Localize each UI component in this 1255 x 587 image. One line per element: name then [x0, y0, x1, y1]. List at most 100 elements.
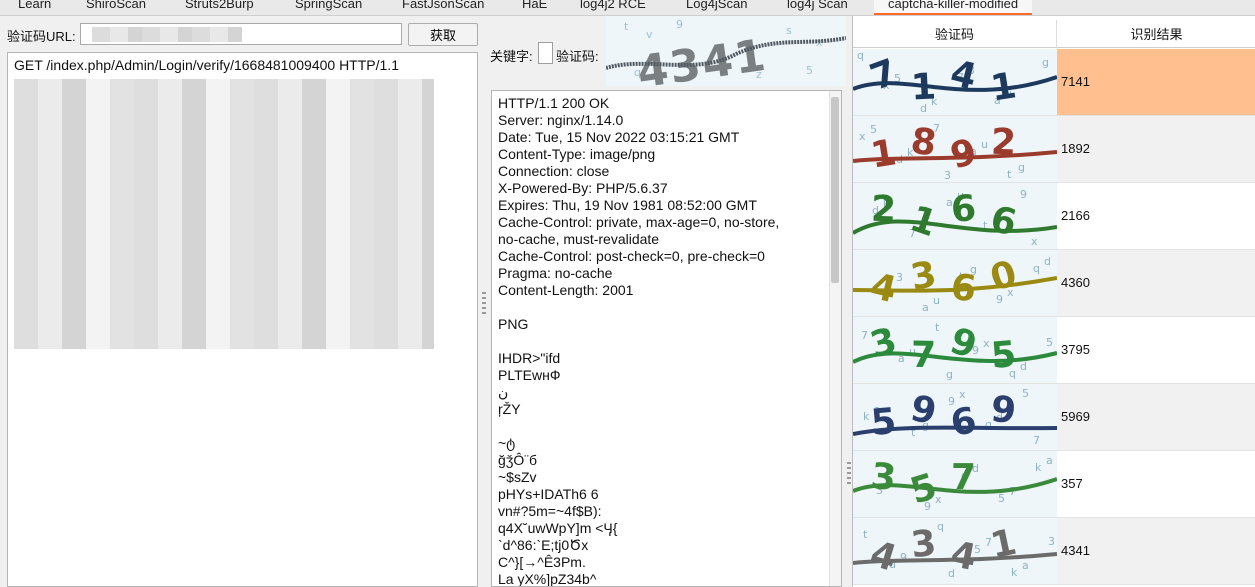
- svg-text:t: t: [1007, 168, 1012, 181]
- captcha-url-label: 验证码URL:: [7, 29, 76, 44]
- response-header-line: HTTP/1.1 200 OK: [498, 95, 610, 111]
- recognition-result: 4341: [1057, 518, 1255, 584]
- svg-text:5: 5: [989, 334, 1018, 377]
- svg-text:g: g: [1042, 56, 1049, 69]
- captcha-thumbnail: xd7at9q5k3357: [853, 451, 1057, 517]
- tab-hae[interactable]: HaE: [522, 0, 547, 15]
- table-row[interactable]: x d 7 a t 9 q 5 k 3 3 5 7 357: [853, 451, 1255, 518]
- svg-text:9: 9: [676, 18, 683, 31]
- tab-fastjsonscan[interactable]: FastJsonScan: [402, 0, 484, 15]
- svg-text:a: a: [1046, 454, 1053, 467]
- recognition-result: 4360: [1057, 250, 1255, 316]
- right-splitter-handle[interactable]: [847, 460, 851, 484]
- svg-text:k: k: [863, 410, 870, 423]
- request-line: GET /index.php/Admin/Login/verify/166848…: [14, 57, 399, 73]
- response-binary-line: ğǯÔ¨б: [498, 452, 537, 468]
- svg-text:5: 5: [998, 492, 1005, 505]
- response-header-line: Content-Type: image/png: [498, 146, 656, 162]
- get-button[interactable]: 获取: [408, 23, 478, 46]
- left-panel: 验证码URL: 获取 GET /index.php/Admin/Login/ve…: [0, 16, 482, 587]
- table-row[interactable]: k 3 u g x d 7 a t 9 2 1 6 6 2166: [853, 183, 1255, 250]
- response-header-line: Content-Length: 2001: [498, 282, 634, 298]
- table-row[interactable]: d 7 a t 9 q 5 k 3 u 4 3 4 1 4341: [853, 518, 1255, 585]
- tab-log4j2-rce[interactable]: log4j2 RCE: [580, 0, 646, 15]
- results-table: 验证码 识别结果 q 5 k 3 u g x d 7 a 7 1 4 1 7141 5 k 3 u g x d 7 a t 1 8 9…: [852, 16, 1255, 587]
- svg-text:k: k: [1011, 566, 1018, 579]
- recognition-result: 1892: [1057, 116, 1255, 182]
- redacted-url: [92, 27, 242, 42]
- response-binary-line: PLTEwнФ: [498, 367, 561, 383]
- svg-text:x: x: [1031, 235, 1038, 248]
- column-header-result[interactable]: 识别结果: [1057, 20, 1255, 48]
- response-scrollbar[interactable]: [829, 91, 841, 586]
- response-header-line: X-Powered-By: PHP/5.6.37: [498, 180, 668, 196]
- svg-text:3: 3: [869, 456, 898, 499]
- svg-text:q: q: [857, 49, 864, 62]
- table-row[interactable]: g x d 7 a t 9 q 5 k 5 9 6 9 5969: [853, 384, 1255, 451]
- request-editor[interactable]: GET /index.php/Admin/Login/verify/166848…: [7, 52, 478, 587]
- svg-text:u: u: [933, 294, 940, 307]
- response-binary-line: La yX%]pZ34b^: [498, 571, 597, 587]
- tab-shiroscan[interactable]: ShiroScan: [86, 0, 146, 15]
- svg-text:g: g: [946, 368, 953, 381]
- captcha-thumbnail: 3ugxd7at9q4360: [853, 250, 1057, 316]
- svg-text:5: 5: [1022, 387, 1029, 400]
- svg-text:d: d: [1020, 360, 1027, 373]
- results-table-header: 验证码 识别结果: [853, 20, 1255, 48]
- svg-text:6: 6: [950, 188, 978, 231]
- response-headers: HTTP/1.1 200 OK Server: nginx/1.14.0 Date:…: [492, 95, 841, 299]
- captcha-thumbnail: ugxd7at9q53795: [853, 317, 1057, 383]
- svg-text:5: 5: [1046, 336, 1053, 349]
- response-header-line: Cache-Control: post-check=0, pre-check=0: [498, 248, 765, 264]
- response-viewer[interactable]: HTTP/1.1 200 OK Server: nginx/1.14.0 Date:…: [491, 90, 842, 587]
- svg-text:t: t: [624, 20, 629, 33]
- response-binary-line: PNG: [498, 316, 529, 332]
- svg-text:q: q: [1033, 262, 1040, 275]
- tab-log4j-scan[interactable]: log4j Scan: [787, 0, 848, 15]
- svg-text:x: x: [959, 388, 966, 401]
- tab-learn[interactable]: Learn: [18, 0, 51, 15]
- svg-text:a: a: [1022, 559, 1029, 572]
- column-header-captcha[interactable]: 验证码: [853, 20, 1057, 48]
- svg-text:k: k: [1035, 461, 1042, 474]
- svg-text:s: s: [786, 24, 792, 37]
- svg-text:u: u: [981, 138, 988, 151]
- captcha-thumbnail: d7at9q5k3u4341: [853, 518, 1057, 584]
- captcha-image-graphic: tv9 sxzq 5 4341: [606, 16, 846, 86]
- table-row[interactable]: 5 k 3 u g x d 7 a t 1 8 9 2 1892: [853, 116, 1255, 183]
- keyword-label: 关键字:: [490, 49, 533, 64]
- recognition-result: 5969: [1057, 384, 1255, 450]
- tab-captcha-killer-modified[interactable]: captcha-killer-modified: [874, 0, 1033, 15]
- response-binary-line: ن: [498, 384, 509, 400]
- response-scroll-thumb[interactable]: [831, 97, 839, 283]
- response-binary-line: ~ტ: [498, 435, 516, 451]
- table-row[interactable]: u g x d 7 a t 9 q 5 3 7 9 5 3795: [853, 317, 1255, 384]
- svg-text:v: v: [646, 28, 653, 41]
- response-header-line: Date: Tue, 15 Nov 2022 03:15:21 GMT: [498, 129, 740, 145]
- table-row[interactable]: q 5 k 3 u g x d 7 a 7 1 4 1 7141: [853, 49, 1255, 116]
- svg-text:a: a: [922, 301, 929, 314]
- svg-text:t: t: [863, 528, 868, 541]
- svg-text:t: t: [935, 321, 940, 334]
- tab-log4jscan[interactable]: Log4jScan: [686, 0, 747, 15]
- captcha-thumbnail: q5k3ugxd7a7141: [853, 49, 1057, 115]
- response-binary-line: ŗŽY: [498, 401, 521, 417]
- recognition-result: 357: [1061, 476, 1083, 491]
- response-header-line: Pragma: no-cache: [498, 265, 613, 281]
- tab-springscan[interactable]: SpringScan: [295, 0, 362, 15]
- recognition-result: 3795: [1061, 342, 1090, 357]
- table-row[interactable]: 3 u g x d 7 a t 9 q 4 3 6 0 4360: [853, 250, 1255, 317]
- svg-text:3: 3: [1048, 535, 1055, 548]
- recognition-result: 7141: [1057, 49, 1255, 115]
- captcha-thumbnail: gxd7at9q5k5969: [853, 384, 1057, 450]
- response-binary-line: [492, 418, 841, 435]
- response-header-line: Server: nginx/1.14.0: [498, 112, 624, 128]
- response-binary-line: C^}[→^Ê3Pm.: [498, 554, 586, 570]
- tab-struts2burp[interactable]: Struts2Burp: [185, 0, 254, 15]
- response-binary-line: vn#?5m=~4f$B):: [498, 503, 602, 519]
- captcha-thumbnail: 5k3ugxd7at1892: [853, 116, 1057, 182]
- svg-text:q: q: [937, 520, 944, 533]
- keyword-input[interactable]: [538, 42, 553, 64]
- svg-text:g: g: [1018, 161, 1025, 174]
- captcha-thumbnail: k3ugxd7at92166: [853, 183, 1057, 249]
